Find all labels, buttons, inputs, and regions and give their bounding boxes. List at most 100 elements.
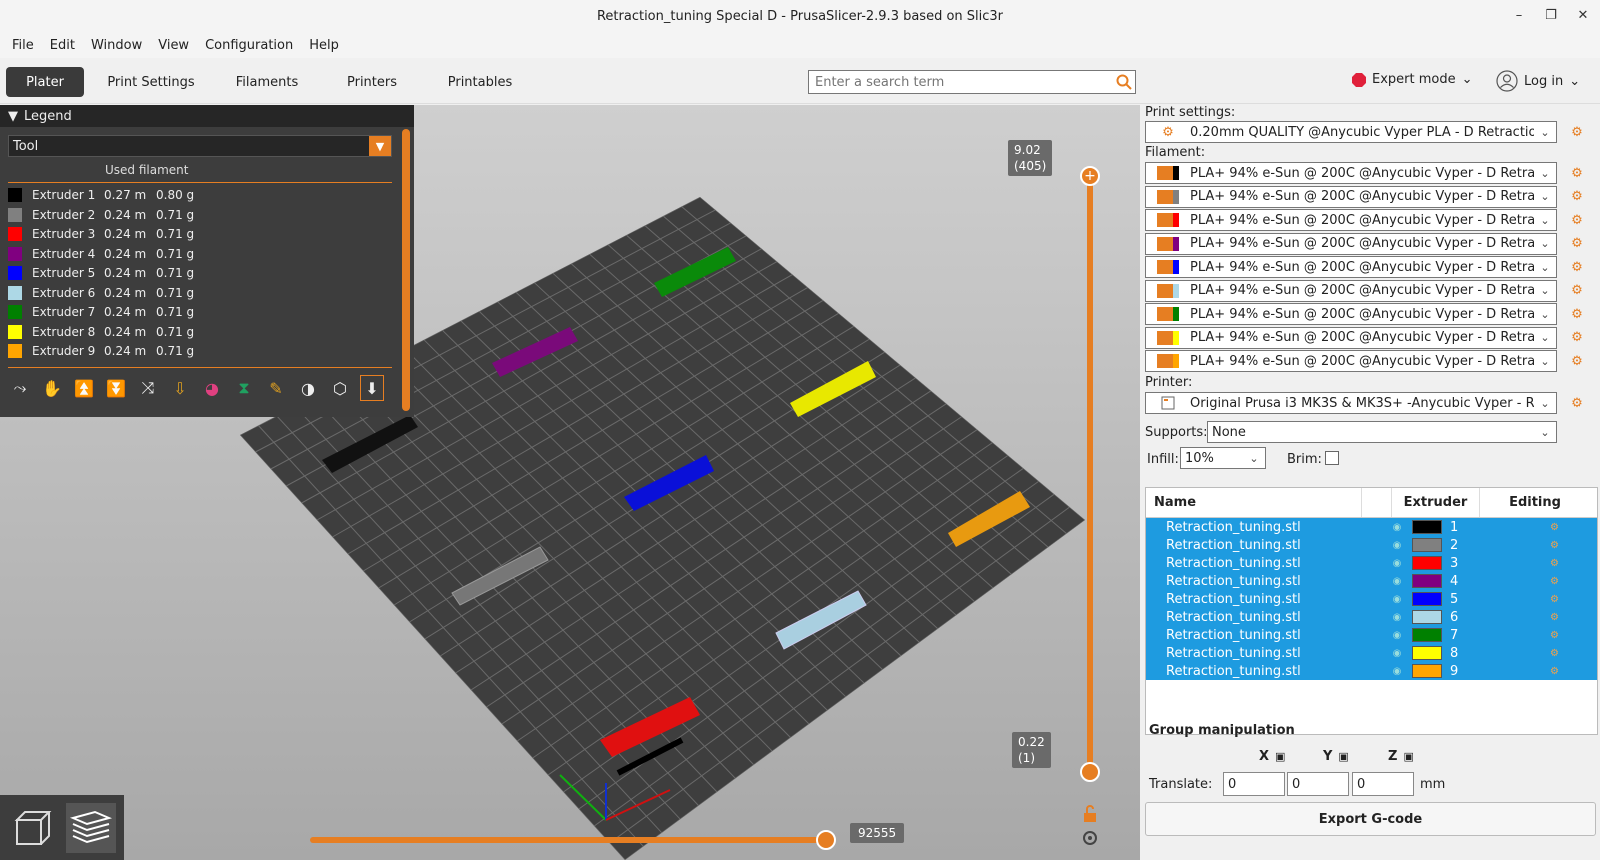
supports-select[interactable]: None ⌄ bbox=[1207, 421, 1557, 443]
tab-printables[interactable]: Printables bbox=[438, 67, 522, 97]
tab-printers[interactable]: Printers bbox=[340, 67, 404, 97]
dropdown-arrow-icon[interactable]: ▼ bbox=[369, 136, 391, 156]
legend-item[interactable]: Extruder 6 0.24 m 0.71 g bbox=[8, 283, 194, 303]
object-extruder-number[interactable]: 7 bbox=[1450, 628, 1550, 643]
move-slider-handle[interactable] bbox=[816, 830, 836, 850]
layer-bottom-handle[interactable] bbox=[1080, 762, 1100, 782]
move-slider[interactable] bbox=[310, 837, 830, 843]
legend-scrollbar[interactable] bbox=[402, 129, 410, 411]
column-editing[interactable]: Editing bbox=[1480, 488, 1590, 517]
edit-icon[interactable]: ⚙ bbox=[1550, 648, 1570, 659]
filament-preset-combo[interactable]: PLA+ 94% e-Sun @ 200C @Anycubic Vyper - … bbox=[1145, 256, 1557, 278]
menu-view[interactable]: View bbox=[150, 38, 197, 53]
legend-item[interactable]: Extruder 8 0.24 m 0.71 g bbox=[8, 322, 194, 342]
legend-item[interactable]: Extruder 5 0.24 m 0.71 g bbox=[8, 263, 194, 283]
brim-checkbox[interactable] bbox=[1325, 451, 1339, 465]
legend-item[interactable]: Extruder 3 0.24 m 0.71 g bbox=[8, 224, 194, 244]
edit-icon[interactable]: ⚙ bbox=[1550, 630, 1570, 641]
shells-icon[interactable]: ⬡ bbox=[328, 375, 352, 401]
center-of-gravity-icon[interactable]: ◑ bbox=[296, 375, 320, 401]
object-list-row[interactable]: Retraction_tuning.stl ◉ 7 ⚙ bbox=[1146, 626, 1597, 644]
object-list-row[interactable]: Retraction_tuning.stl ◉ 6 ⚙ bbox=[1146, 608, 1597, 626]
deretractions-icon[interactable]: ⏬ bbox=[104, 375, 128, 401]
filament-settings-gear-icon[interactable]: ⚙ bbox=[1568, 188, 1586, 206]
custom-gcode-icon[interactable]: ✎ bbox=[264, 375, 288, 401]
retractions-icon[interactable]: ⏫ bbox=[72, 375, 96, 401]
column-visibility[interactable] bbox=[1362, 488, 1392, 517]
seams-icon[interactable]: ⤨ bbox=[136, 375, 160, 401]
eye-icon[interactable]: ◉ bbox=[1382, 594, 1412, 605]
filament-settings-gear-icon[interactable]: ⚙ bbox=[1568, 211, 1586, 229]
object-list-row[interactable]: Retraction_tuning.stl ◉ 3 ⚙ bbox=[1146, 554, 1597, 572]
pause-prints-icon[interactable]: ⧗ bbox=[232, 375, 256, 401]
tool-marker-icon[interactable]: ⬇ bbox=[360, 375, 384, 401]
eye-icon[interactable]: ◉ bbox=[1382, 540, 1412, 551]
object-list-row[interactable]: Retraction_tuning.stl ◉ 1 ⚙ bbox=[1146, 518, 1597, 536]
translate-x-input[interactable]: 0 bbox=[1223, 772, 1285, 796]
search-box[interactable] bbox=[808, 70, 1136, 94]
legend-item[interactable]: Extruder 2 0.24 m 0.71 g bbox=[8, 205, 194, 225]
legend-item[interactable]: Extruder 4 0.24 m 0.71 g bbox=[8, 244, 194, 264]
edit-icon[interactable]: ⚙ bbox=[1550, 540, 1570, 551]
filament-preset-combo[interactable]: PLA+ 94% e-Sun @ 200C @Anycubic Vyper - … bbox=[1145, 350, 1557, 372]
object-list-row[interactable]: Retraction_tuning.stl ◉ 8 ⚙ bbox=[1146, 644, 1597, 662]
layer-slider[interactable] bbox=[1087, 178, 1093, 772]
print-preset-combo[interactable]: ⚙ 0.20mm QUALITY @Anycubic Vyper PLA - D… bbox=[1145, 121, 1557, 143]
legend-header[interactable]: ▼ Legend bbox=[0, 105, 414, 127]
legend-item[interactable]: Extruder 9 0.24 m 0.71 g bbox=[8, 341, 194, 361]
printer-settings-gear-icon[interactable]: ⚙ bbox=[1568, 394, 1586, 412]
menu-edit[interactable]: Edit bbox=[42, 38, 83, 53]
object-extruder-number[interactable]: 8 bbox=[1450, 646, 1550, 661]
color-changes-icon[interactable]: ◕ bbox=[200, 375, 224, 401]
object-extruder-number[interactable]: 2 bbox=[1450, 538, 1550, 553]
preview-layers-icon[interactable] bbox=[66, 802, 116, 853]
edit-icon[interactable]: ⚙ bbox=[1550, 594, 1570, 605]
object-extruder-number[interactable]: 6 bbox=[1450, 610, 1550, 625]
object-extruder-number[interactable]: 4 bbox=[1450, 574, 1550, 589]
filament-settings-gear-icon[interactable]: ⚙ bbox=[1568, 282, 1586, 300]
menu-help[interactable]: Help bbox=[301, 38, 347, 53]
edit-icon[interactable]: ⚙ bbox=[1550, 576, 1570, 587]
eye-icon[interactable]: ◉ bbox=[1382, 558, 1412, 569]
object-extruder-number[interactable]: 5 bbox=[1450, 592, 1550, 607]
eye-icon[interactable]: ◉ bbox=[1382, 576, 1412, 587]
eye-icon[interactable]: ◉ bbox=[1382, 648, 1412, 659]
filament-settings-gear-icon[interactable]: ⚙ bbox=[1568, 305, 1586, 323]
login-button[interactable]: Log in ⌄ bbox=[1496, 70, 1580, 92]
filament-preset-combo[interactable]: PLA+ 94% e-Sun @ 200C @Anycubic Vyper - … bbox=[1145, 232, 1557, 255]
object-list-row[interactable]: Retraction_tuning.stl ◉ 9 ⚙ bbox=[1146, 662, 1597, 680]
edit-icon[interactable]: ⚙ bbox=[1550, 522, 1570, 533]
filament-settings-gear-icon[interactable]: ⚙ bbox=[1568, 164, 1586, 182]
filament-preset-combo[interactable]: PLA+ 94% e-Sun @ 200C @Anycubic Vyper - … bbox=[1145, 326, 1557, 349]
print-settings-gear-icon[interactable]: ⚙ bbox=[1568, 123, 1586, 141]
menu-file[interactable]: File bbox=[4, 38, 42, 53]
column-name[interactable]: Name bbox=[1146, 488, 1362, 517]
tab-plater[interactable]: Plater bbox=[6, 67, 84, 97]
menu-configuration[interactable]: Configuration bbox=[197, 38, 301, 53]
filament-preset-combo[interactable]: PLA+ 94% e-Sun @ 200C @Anycubic Vyper - … bbox=[1145, 303, 1557, 325]
tool-changes-icon[interactable]: ⇩ bbox=[168, 375, 192, 401]
filament-settings-gear-icon[interactable]: ⚙ bbox=[1568, 235, 1586, 253]
mode-selector[interactable]: Expert mode ⌄ bbox=[1352, 72, 1473, 87]
object-extruder-number[interactable]: 3 bbox=[1450, 556, 1550, 571]
object-extruder-number[interactable]: 1 bbox=[1450, 520, 1550, 535]
filament-settings-gear-icon[interactable]: ⚙ bbox=[1568, 329, 1586, 347]
tab-print-settings[interactable]: Print Settings bbox=[100, 67, 202, 97]
tab-filaments[interactable]: Filaments bbox=[228, 67, 306, 97]
collapse-triangle-icon[interactable]: ▼ bbox=[8, 109, 18, 124]
edit-icon[interactable]: ⚙ bbox=[1550, 558, 1570, 569]
3d-view-icon[interactable] bbox=[8, 803, 58, 853]
search-input[interactable] bbox=[815, 74, 1113, 90]
edit-icon[interactable]: ⚙ bbox=[1550, 666, 1570, 677]
filament-settings-gear-icon[interactable]: ⚙ bbox=[1568, 258, 1586, 276]
translate-z-input[interactable]: 0 bbox=[1352, 772, 1414, 796]
menu-window[interactable]: Window bbox=[83, 38, 150, 53]
maximize-icon[interactable]: ❐ bbox=[1542, 6, 1560, 24]
column-extruder[interactable]: Extruder bbox=[1392, 488, 1480, 517]
printer-preset-combo[interactable]: Original Prusa i3 MK3S & MK3S+ -Anycubic… bbox=[1145, 392, 1557, 414]
object-list-row[interactable]: Retraction_tuning.stl ◉ 2 ⚙ bbox=[1146, 536, 1597, 554]
object-list-row[interactable]: Retraction_tuning.stl ◉ 5 ⚙ bbox=[1146, 590, 1597, 608]
translate-y-input[interactable]: 0 bbox=[1287, 772, 1349, 796]
eye-icon[interactable]: ◉ bbox=[1382, 630, 1412, 641]
filament-preset-combo[interactable]: PLA+ 94% e-Sun @ 200C @Anycubic Vyper - … bbox=[1145, 279, 1557, 302]
